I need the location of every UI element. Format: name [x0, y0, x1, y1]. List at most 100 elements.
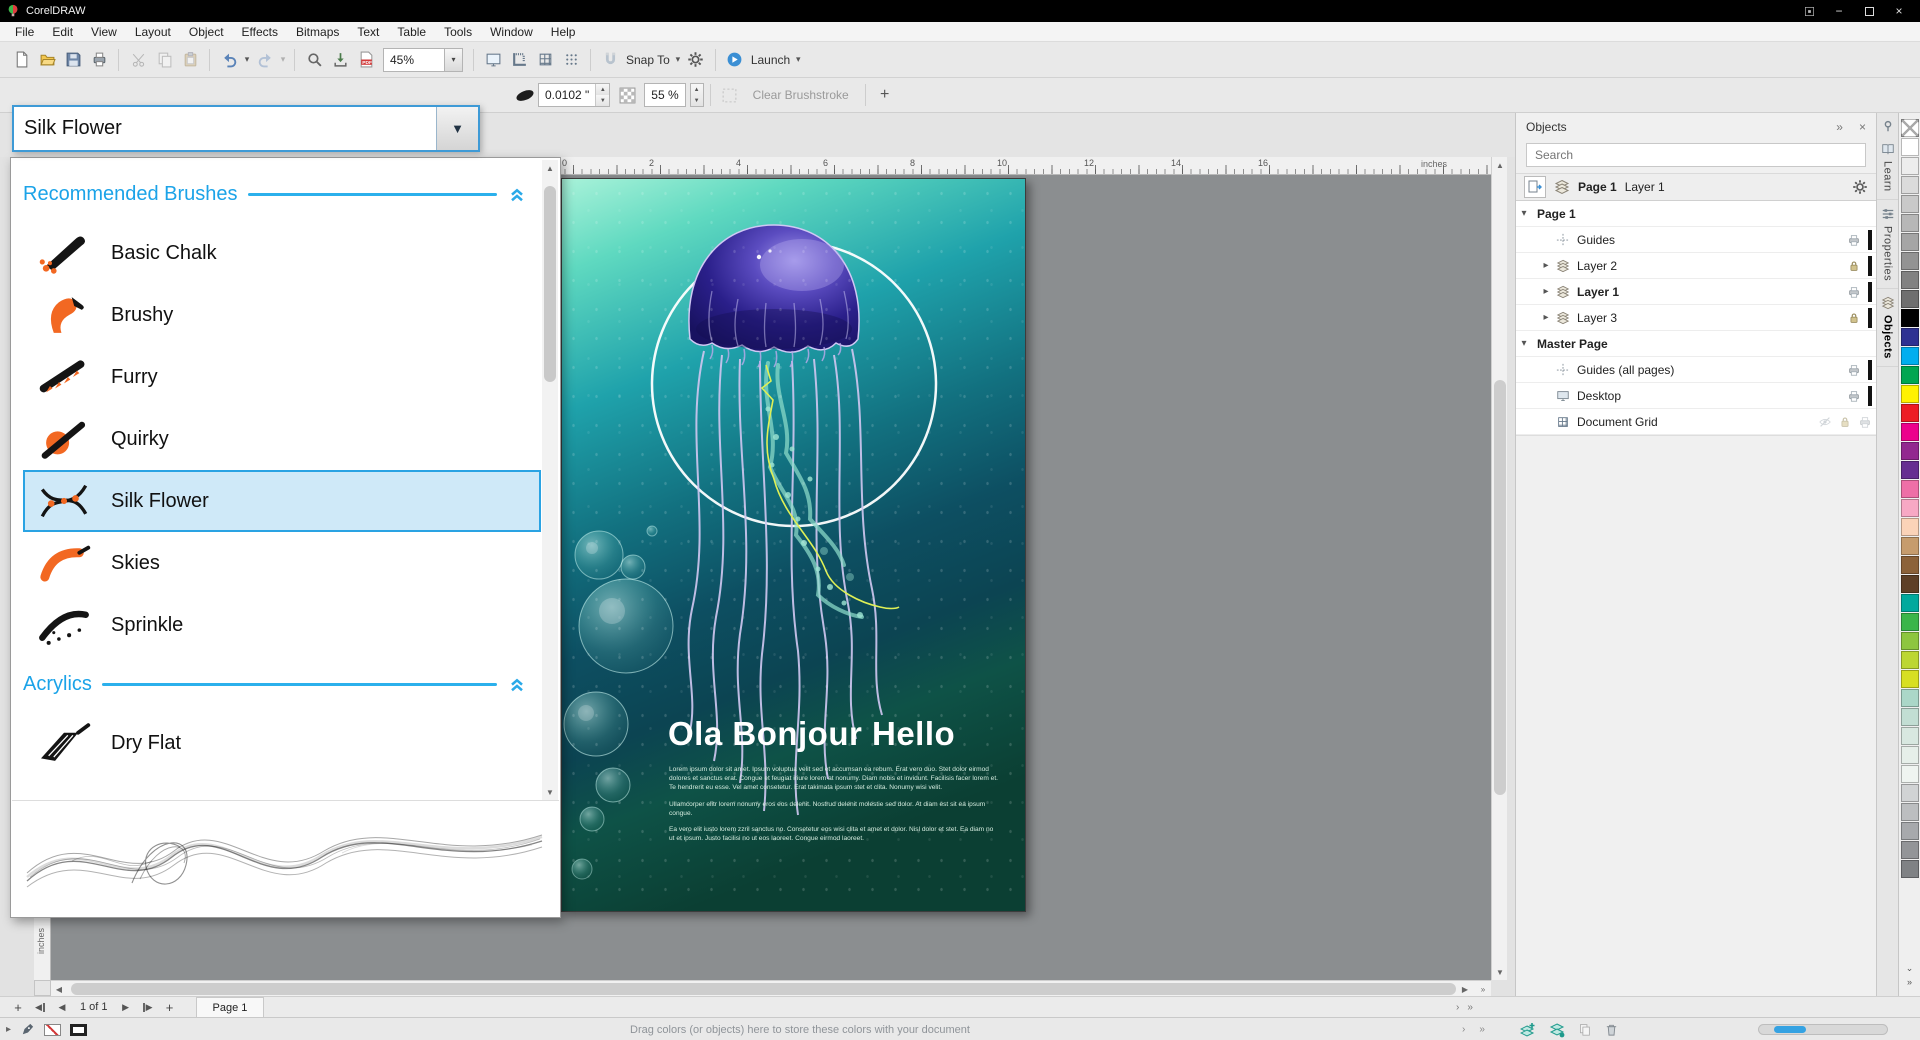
printer-icon[interactable]: [1847, 233, 1861, 247]
color-swatch[interactable]: [1901, 195, 1919, 213]
launch-caret[interactable]: ▾: [793, 54, 803, 65]
tab-learn[interactable]: Learn: [1877, 135, 1898, 200]
add-page-button-2[interactable]: +: [160, 997, 180, 1017]
outline-color-swatch[interactable]: [70, 1024, 87, 1036]
brush-scroll-thumb[interactable]: [544, 186, 556, 382]
nib-size-up[interactable]: ▲: [596, 84, 609, 95]
new-layer-button[interactable]: [1520, 1022, 1536, 1038]
scroll-left-arrow[interactable]: ◀: [51, 981, 67, 997]
zoom-level-combobox[interactable]: 45% ▾: [383, 48, 463, 72]
no-color-swatch[interactable]: [1901, 119, 1919, 137]
mini-scroll-thumb[interactable]: [1774, 1026, 1806, 1033]
brush-combo-dropdown-button[interactable]: ▼: [436, 107, 478, 150]
color-swatch[interactable]: [1901, 366, 1919, 384]
color-swatch[interactable]: [1901, 841, 1919, 859]
menu-item[interactable]: Edit: [43, 22, 82, 42]
collapse-section-icon[interactable]: [507, 184, 527, 204]
color-swatch[interactable]: [1901, 461, 1919, 479]
layer-options-icon[interactable]: [1578, 1023, 1591, 1036]
menu-item[interactable]: Window: [481, 22, 542, 42]
printer-icon[interactable]: [1858, 415, 1872, 429]
import-button[interactable]: [327, 47, 353, 73]
menu-item[interactable]: File: [6, 22, 43, 42]
color-swatch[interactable]: [1901, 157, 1919, 175]
snap-to-dropdown[interactable]: Snap To: [626, 53, 670, 67]
last-page-button[interactable]: ▶: [138, 997, 158, 1017]
tree-row-page-1[interactable]: ▾ Page 1: [1516, 201, 1876, 227]
menu-item[interactable]: Tools: [435, 22, 481, 42]
layer-color-bar[interactable]: [1868, 256, 1872, 276]
lock-icon[interactable]: [1847, 311, 1861, 325]
tree-row-layer-1[interactable]: ▸ Layer 1: [1516, 279, 1876, 305]
printer-icon[interactable]: [1847, 389, 1861, 403]
print-button[interactable]: [86, 47, 112, 73]
menu-item[interactable]: Effects: [233, 22, 287, 42]
color-swatch[interactable]: [1901, 784, 1919, 802]
add-brushstroke-button[interactable]: +: [872, 82, 898, 108]
nib-size-down[interactable]: ▼: [596, 95, 609, 106]
tree-row-guides[interactable]: Guides: [1516, 227, 1876, 253]
new-document-button[interactable]: [8, 47, 34, 73]
open-button[interactable]: [34, 47, 60, 73]
color-swatch[interactable]: [1901, 480, 1919, 498]
brush-item-brushy[interactable]: Brushy: [23, 284, 541, 346]
color-swatch[interactable]: [1901, 385, 1919, 403]
layer-color-bar[interactable]: [1868, 386, 1872, 406]
docker-expand-icon[interactable]: »: [1836, 120, 1843, 134]
search-content-button[interactable]: [301, 47, 327, 73]
undo-button[interactable]: [216, 47, 242, 73]
snap-to-caret[interactable]: ▾: [673, 54, 683, 65]
scroll-right-arrow[interactable]: ▶: [1457, 981, 1473, 997]
horizontal-scroll-thumb[interactable]: [71, 983, 1456, 995]
tab-objects[interactable]: Objects: [1877, 289, 1898, 367]
status-chevron-icon[interactable]: ›: [1462, 1024, 1465, 1035]
tab-scroll-right-icon[interactable]: ›: [1456, 1002, 1459, 1013]
layer-color-bar[interactable]: [1868, 282, 1872, 302]
menu-item[interactable]: Text: [348, 22, 388, 42]
expand-caret-icon[interactable]: ▾: [1516, 338, 1532, 349]
color-swatch[interactable]: [1901, 689, 1919, 707]
clear-brushstroke-button[interactable]: Clear Brushstroke: [753, 88, 849, 102]
color-swatch[interactable]: [1901, 632, 1919, 650]
color-swatch[interactable]: [1901, 347, 1919, 365]
color-swatch[interactable]: [1901, 138, 1919, 156]
color-swatch[interactable]: [1901, 708, 1919, 726]
brush-picker-combobox[interactable]: Silk Flower ▼: [12, 105, 480, 152]
color-swatch[interactable]: [1901, 290, 1919, 308]
color-swatch[interactable]: [1901, 727, 1919, 745]
docker-close-icon[interactable]: ×: [1859, 120, 1866, 134]
color-swatch[interactable]: [1901, 803, 1919, 821]
printer-icon[interactable]: [1847, 363, 1861, 377]
first-page-button[interactable]: ◀: [30, 997, 50, 1017]
brush-scroll-down[interactable]: ▼: [542, 784, 558, 800]
brush-item-basic-chalk[interactable]: Basic Chalk: [23, 222, 541, 284]
menu-item[interactable]: View: [82, 22, 126, 42]
printer-icon[interactable]: [1847, 285, 1861, 299]
tab-scroll-end-icon[interactable]: »: [1467, 1002, 1473, 1013]
menu-item[interactable]: Bitmaps: [287, 22, 348, 42]
page-flow-icon[interactable]: [1524, 176, 1546, 198]
color-swatch[interactable]: [1901, 404, 1919, 422]
zoom-dropdown-button[interactable]: ▾: [444, 49, 462, 71]
tree-row-document-grid[interactable]: Document Grid: [1516, 409, 1876, 435]
color-swatch[interactable]: [1901, 746, 1919, 764]
previous-page-button[interactable]: ◀: [52, 997, 72, 1017]
color-swatch[interactable]: [1901, 499, 1919, 517]
tree-row-master-page[interactable]: ▾ Master Page: [1516, 331, 1876, 357]
layer-color-bar[interactable]: [1868, 308, 1872, 328]
delete-layer-button[interactable]: [1604, 1022, 1619, 1037]
tab-properties[interactable]: Properties: [1877, 200, 1898, 289]
brush-item-quirky[interactable]: Quirky: [23, 408, 541, 470]
undo-dropdown-caret[interactable]: ▾: [242, 54, 252, 65]
close-button[interactable]: ×: [1884, 0, 1914, 22]
collapse-section-icon[interactable]: [507, 674, 527, 694]
brush-panel-scrollbar[interactable]: ▲ ▼: [542, 160, 558, 800]
menu-item[interactable]: Table: [388, 22, 435, 42]
menu-item[interactable]: Help: [542, 22, 585, 42]
transparency-pattern-icon[interactable]: [614, 82, 640, 108]
color-swatch[interactable]: [1901, 214, 1919, 232]
menu-item[interactable]: Layout: [126, 22, 180, 42]
mini-scrollbar[interactable]: [1758, 1024, 1888, 1035]
brush-item-partial[interactable]: [23, 774, 541, 801]
copy-button[interactable]: [151, 47, 177, 73]
